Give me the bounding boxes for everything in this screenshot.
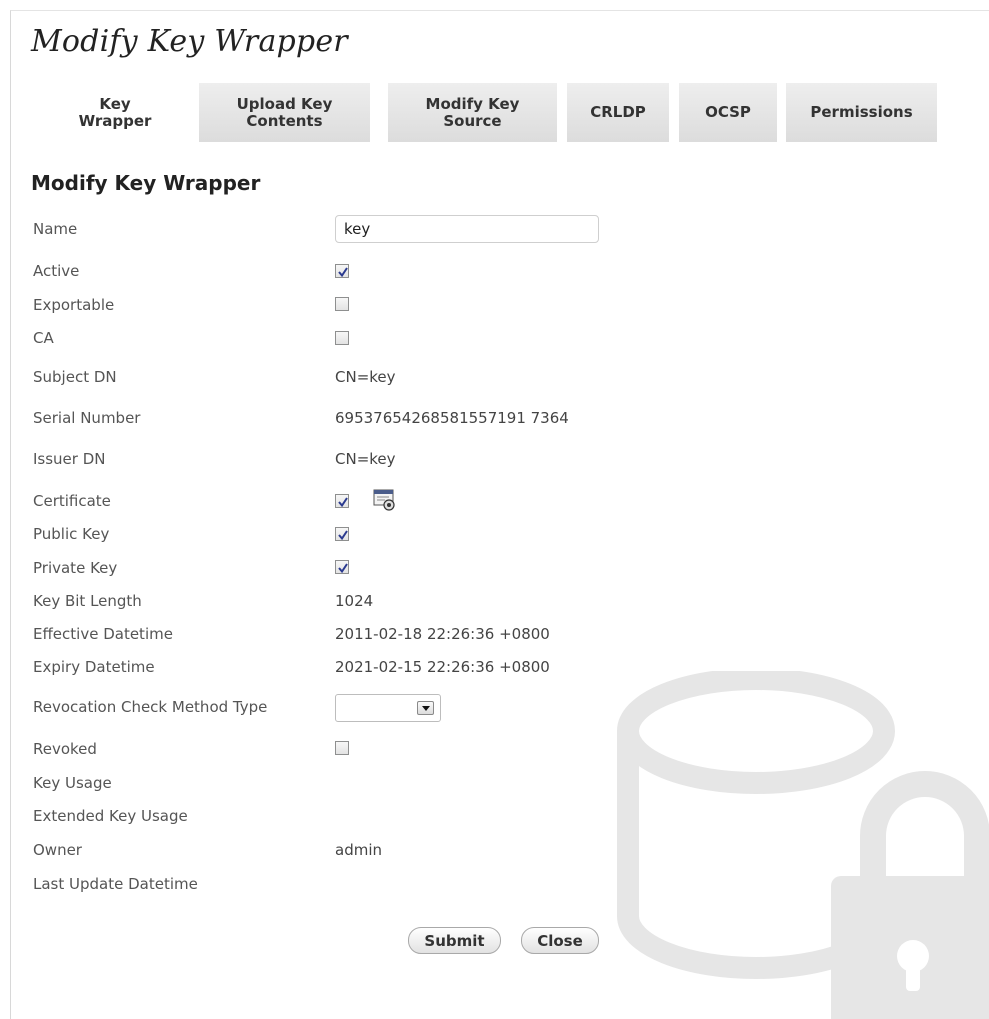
owner-value: admin xyxy=(335,841,382,859)
private-key-checkbox[interactable] xyxy=(335,560,349,574)
active-label: Active xyxy=(33,262,80,280)
tab-crldp[interactable]: CRLDP xyxy=(567,83,669,142)
name-label: Name xyxy=(33,220,78,238)
issuer-dn-label: Issuer DN xyxy=(33,450,106,468)
active-checkbox[interactable] xyxy=(335,264,349,278)
key-usage-label: Key Usage xyxy=(33,774,112,792)
issuer-dn-value: CN=key xyxy=(335,450,396,468)
name-input[interactable] xyxy=(335,215,599,243)
certificate-checkbox[interactable] xyxy=(335,494,349,508)
subject-dn-value: CN=key xyxy=(335,368,396,386)
close-button[interactable]: Close xyxy=(521,927,599,954)
revocation-check-method-label: Revocation Check Method Type xyxy=(33,698,268,716)
effective-datetime-label: Effective Datetime xyxy=(33,625,173,643)
check-icon xyxy=(338,563,348,574)
subject-dn-label: Subject DN xyxy=(33,368,117,386)
section-title: Modify Key Wrapper xyxy=(31,171,261,195)
ca-checkbox[interactable] xyxy=(335,331,349,345)
tab-modify-key-source[interactable]: Modify Key Source xyxy=(388,83,557,142)
check-icon xyxy=(338,497,348,508)
revoked-label: Revoked xyxy=(33,740,97,758)
exportable-checkbox[interactable] xyxy=(335,297,349,311)
last-update-datetime-label: Last Update Datetime xyxy=(33,875,198,893)
serial-number-label: Serial Number xyxy=(33,409,141,427)
tab-ocsp[interactable]: OCSP xyxy=(679,83,777,142)
tab-permissions[interactable]: Permissions xyxy=(786,83,937,142)
expiry-datetime-value: 2021-02-15 22:26:36 +0800 xyxy=(335,658,550,676)
public-key-checkbox[interactable] xyxy=(335,527,349,541)
submit-button[interactable]: Submit xyxy=(408,927,501,954)
public-key-label: Public Key xyxy=(33,525,110,543)
database-lock-icon xyxy=(617,671,989,1019)
revocation-check-method-select[interactable] xyxy=(335,694,441,722)
tab-key-wrapper[interactable]: Key Wrapper xyxy=(41,83,189,142)
extended-key-usage-label: Extended Key Usage xyxy=(33,807,188,825)
dialog-frame: Modify Key Wrapper Key Wrapper Upload Ke… xyxy=(10,10,989,1019)
private-key-label: Private Key xyxy=(33,559,118,577)
dropdown-arrow-icon[interactable] xyxy=(417,701,434,715)
check-icon xyxy=(338,267,348,278)
tab-label: CRLDP xyxy=(590,103,646,121)
serial-number-value: 69537654268581557191 7364 xyxy=(335,409,569,427)
tab-label: Key Wrapper xyxy=(78,94,152,130)
tab-label: Modify Key Source xyxy=(425,94,520,130)
ca-label: CA xyxy=(33,329,54,347)
revoked-checkbox[interactable] xyxy=(335,741,349,755)
key-bit-length-value: 1024 xyxy=(335,592,374,610)
check-icon xyxy=(338,530,348,541)
page-title: Modify Key Wrapper xyxy=(31,24,348,59)
exportable-label: Exportable xyxy=(33,296,115,314)
key-bit-length-label: Key Bit Length xyxy=(33,592,142,610)
owner-label: Owner xyxy=(33,841,82,859)
certificate-label: Certificate xyxy=(33,492,111,510)
tab-label: Upload Key Contents xyxy=(236,94,333,130)
tab-label: OCSP xyxy=(705,103,751,121)
certificate-view-icon[interactable] xyxy=(373,488,397,512)
tab-upload-key-contents[interactable]: Upload Key Contents xyxy=(199,83,370,142)
effective-datetime-value: 2011-02-18 22:26:36 +0800 xyxy=(335,625,550,643)
tab-label: Permissions xyxy=(810,103,913,121)
expiry-datetime-label: Expiry Datetime xyxy=(33,658,155,676)
